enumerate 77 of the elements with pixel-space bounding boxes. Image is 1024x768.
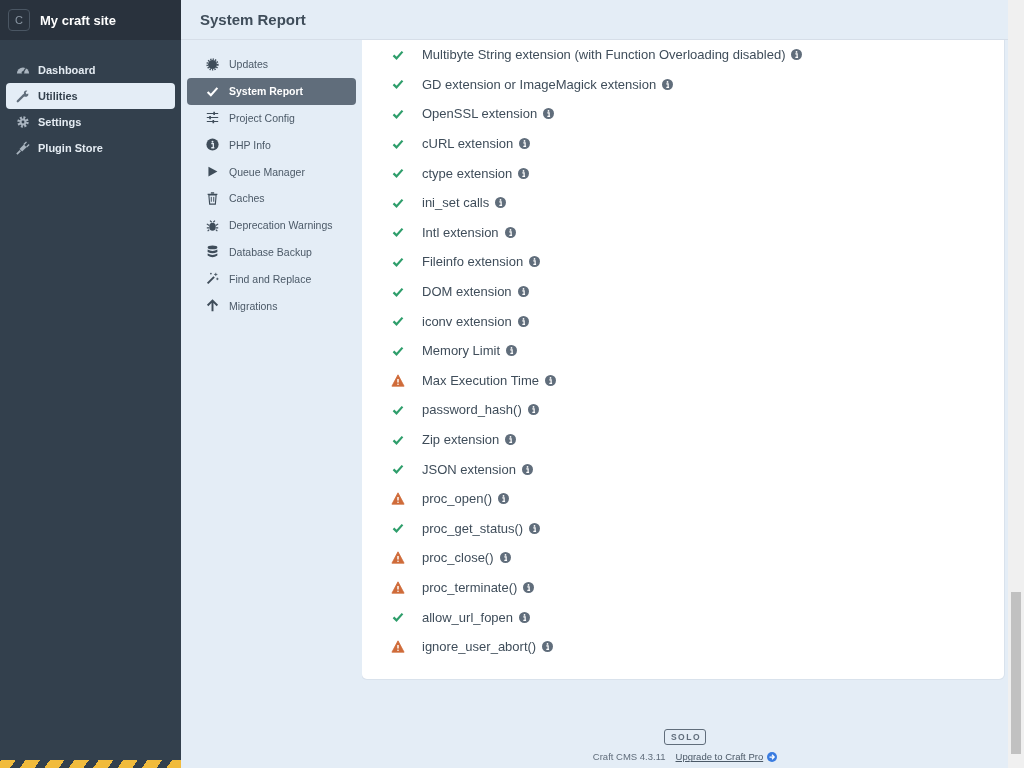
requirement-name: Max Execution Time <box>422 372 540 388</box>
requirement-name: proc_terminate() <box>422 580 518 595</box>
requirement-name: JSON extension <box>422 461 516 477</box>
subnav-item[interactable]: Project Config <box>187 104 356 132</box>
edition-badge: SOLO <box>663 729 707 746</box>
badge-icon <box>206 57 219 71</box>
info-icon[interactable] <box>791 49 803 61</box>
requirement-name: proc_close() <box>422 550 494 566</box>
requirement-name: password_hash() <box>422 402 522 418</box>
info-icon[interactable] <box>519 138 531 150</box>
subnav-item[interactable]: Caches <box>187 185 356 212</box>
requirement-name: Memory Limit <box>422 343 500 359</box>
requirement-name: iconv extension <box>422 313 512 329</box>
requirement-name: ctype extension <box>422 165 513 181</box>
requirement-name: ini_set calls <box>422 195 490 211</box>
subnav-item[interactable]: PHP Info <box>187 131 356 159</box>
info-icon[interactable] <box>542 641 554 653</box>
info-icon[interactable] <box>505 434 517 445</box>
subnav-item[interactable]: System Report <box>187 77 356 105</box>
requirement-name: ignore_user_abort() <box>422 639 537 655</box>
requirement-name: GD extension or ImageMagick extension <box>422 76 657 92</box>
requirement-name: proc_open() <box>422 491 493 507</box>
arrow-circle-icon <box>767 751 778 762</box>
info-icon[interactable] <box>527 404 539 416</box>
requirement-name: OpenSSL extension <box>422 106 538 122</box>
arrow-up-icon <box>206 299 219 313</box>
subnav-item[interactable]: Deprecation Warnings <box>187 211 356 239</box>
nav-item[interactable]: Dashboard <box>6 57 175 83</box>
page-title: System Report <box>200 11 306 28</box>
info-icon[interactable] <box>517 286 529 298</box>
info-icon[interactable] <box>518 167 530 179</box>
trash-icon <box>206 191 219 205</box>
info-icon[interactable] <box>523 582 535 593</box>
settings-icon <box>16 115 30 129</box>
subnav-item[interactable]: Updates <box>187 51 356 78</box>
plug-icon <box>16 141 30 155</box>
subnav-item[interactable]: Queue Manager <box>187 158 356 185</box>
wrench-icon <box>16 89 30 103</box>
bug-icon <box>206 218 219 232</box>
nav-item[interactable]: Plugin Store <box>6 135 175 161</box>
site-name[interactable]: My craft site <box>40 12 116 28</box>
requirement-name: proc_get_status() <box>422 520 524 536</box>
sliders-icon <box>206 111 219 125</box>
version-text: Craft CMS 4.3.11 <box>592 751 666 763</box>
info-icon[interactable] <box>662 78 674 90</box>
info-icon[interactable] <box>543 108 555 120</box>
info-icon[interactable] <box>517 315 529 327</box>
requirement-name: allow_url_fopen <box>422 609 514 625</box>
upgrade-link[interactable]: Upgrade to Craft Pro <box>675 751 778 763</box>
checkmark-icon <box>206 84 219 98</box>
subnav-item[interactable]: Migrations <box>187 292 356 319</box>
site-logo[interactable]: C <box>8 9 30 31</box>
wand-icon <box>206 272 219 286</box>
play-icon <box>206 165 219 179</box>
info-icon[interactable] <box>529 522 541 534</box>
info-icon[interactable] <box>499 552 511 564</box>
requirement-name: cURL extension <box>422 136 514 152</box>
info-icon[interactable] <box>521 463 533 475</box>
info-icon[interactable] <box>495 197 507 209</box>
info-icon[interactable] <box>529 256 541 268</box>
requirement-name: DOM extension <box>422 284 512 300</box>
info-icon[interactable] <box>504 226 516 238</box>
requirement-name: Fileinfo extension <box>422 254 524 270</box>
info-icon[interactable] <box>498 493 510 505</box>
database-icon <box>206 245 219 259</box>
requirement-name: Multibyte String extension (with Function Overloading disabled) <box>422 47 786 63</box>
subnav-item[interactable]: Database Backup <box>187 238 356 266</box>
info-icon[interactable] <box>545 374 557 386</box>
info-icon[interactable] <box>519 611 531 623</box>
nav-item[interactable]: Settings <box>6 109 175 135</box>
requirement-name: Zip extension <box>422 432 500 447</box>
requirement-name: Intl extension <box>422 224 499 240</box>
scrollbar[interactable] <box>1008 0 1024 768</box>
subnav-item[interactable]: Find and Replace <box>187 265 356 293</box>
info-icon <box>206 138 219 152</box>
nav-item[interactable]: Utilities <box>6 83 175 109</box>
info-icon[interactable] <box>506 345 517 357</box>
